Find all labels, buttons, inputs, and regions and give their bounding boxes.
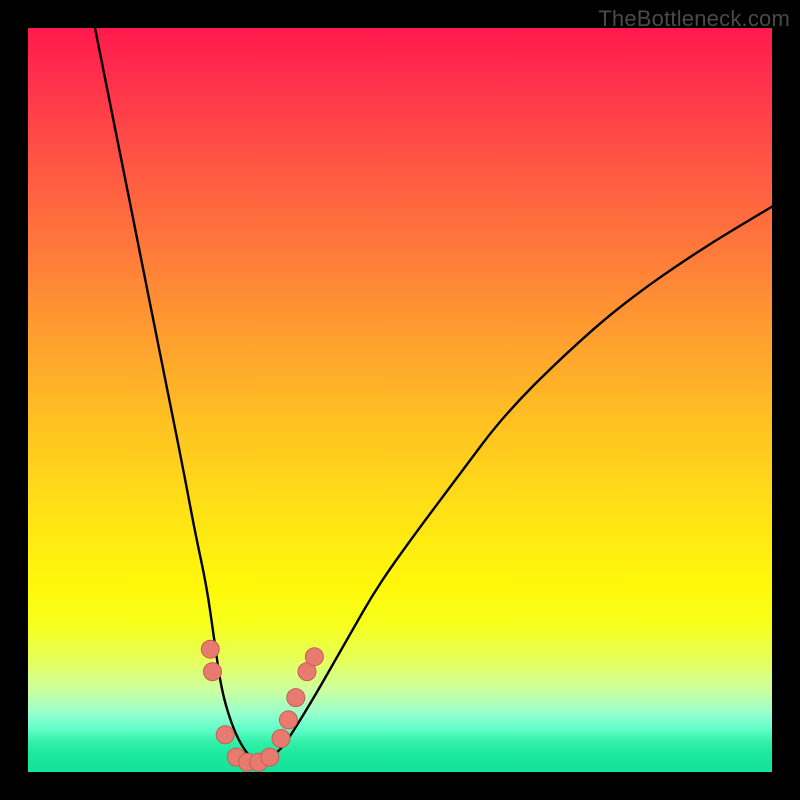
data-dot (272, 730, 290, 748)
chart-frame: TheBottleneck.com (0, 0, 800, 800)
data-dot (216, 726, 234, 744)
data-dot (287, 689, 305, 707)
bottleneck-curve (95, 28, 772, 761)
data-dot (279, 711, 297, 729)
curve-layer (28, 28, 772, 772)
data-dot (204, 663, 222, 681)
plot-area (28, 28, 772, 772)
data-dots (201, 640, 323, 771)
data-dot (201, 640, 219, 658)
data-dot (261, 748, 279, 766)
watermark-text: TheBottleneck.com (598, 6, 790, 32)
data-dot (305, 648, 323, 666)
